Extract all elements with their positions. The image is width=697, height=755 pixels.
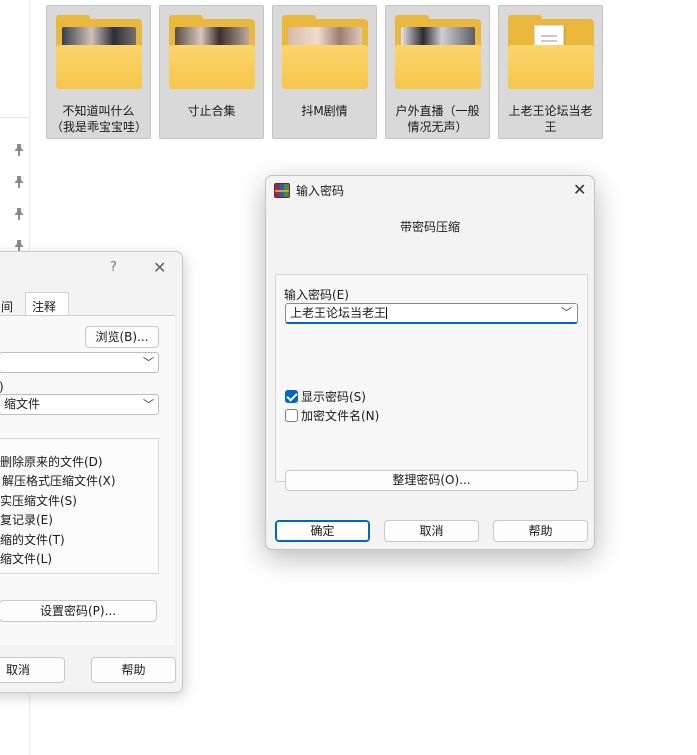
folder-icon — [282, 15, 368, 89]
password-label: 输入密码(E) — [284, 288, 349, 302]
ok-button[interactable]: 确定 — [275, 520, 370, 542]
option-lock-archive[interactable]: 缩文件(L) — [0, 550, 52, 567]
folder-icon — [169, 15, 255, 89]
folder-label: 抖M剧情 — [301, 104, 348, 118]
password-dialog: 输入密码 ✕ 带密码压缩 输入密码(E) 上老王论坛当老王 ﹀ 显示密码(S) … — [265, 175, 595, 550]
dialog-titlebar[interactable]: 输入密码 ✕ — [266, 176, 594, 205]
folder-grid: 不知道叫什么（我是乖宝宝哇） 寸止合集 抖M剧情 户外直播（一般情况无声） 上老… — [46, 5, 606, 139]
organize-passwords-button[interactable]: 整理密码(O)... — [285, 470, 578, 491]
folder-icon — [395, 15, 481, 89]
tab-comment[interactable]: 注释 — [25, 292, 69, 316]
help-button[interactable]: 帮助 — [91, 657, 176, 683]
option-sfx[interactable]: 解压格式压缩文件(X) — [2, 472, 116, 489]
set-password-button[interactable]: 设置密码(P)... — [0, 600, 157, 622]
field-label: ) — [0, 380, 4, 394]
help-icon[interactable]: ? — [110, 260, 117, 275]
winrar-icon — [274, 183, 290, 198]
browse-button[interactable]: 浏览(B)... — [85, 326, 159, 348]
checkbox-unchecked-icon — [285, 409, 298, 422]
chevron-down-icon[interactable]: ﹀ — [561, 304, 572, 322]
tab-partial[interactable]: 间 — [1, 294, 25, 316]
pin-icon[interactable] — [14, 208, 24, 220]
folder-label: 户外直播（一般情况无声） — [395, 104, 480, 134]
checkbox-label: 显示密码(S) — [301, 390, 366, 404]
folder-item[interactable]: 上老王论坛当老王 — [498, 5, 603, 139]
option-recovery-record[interactable]: 复记录(E) — [0, 511, 53, 528]
archive-options-dialog: ? ✕ 间 注释 浏览(B)... ﹀ ) 缩文件 ﹀ 删除原来的文件(D) 解… — [0, 251, 183, 693]
pin-icon[interactable] — [14, 144, 24, 156]
cancel-button[interactable]: 取消 — [0, 657, 65, 683]
folder-item[interactable]: 寸止合集 — [159, 5, 264, 139]
combo-value: 缩文件 — [4, 397, 41, 411]
close-icon[interactable]: ✕ — [573, 180, 586, 199]
folder-label: 寸止合集 — [187, 104, 236, 118]
chevron-down-icon: ﹀ — [143, 398, 154, 411]
option-test-files[interactable]: 缩的文件(T) — [0, 531, 65, 548]
folder-item[interactable]: 不知道叫什么（我是乖宝宝哇） — [46, 5, 151, 139]
chevron-down-icon: ﹀ — [143, 356, 154, 369]
option-solid[interactable]: 实压缩文件(S) — [0, 492, 77, 509]
checkbox-label: 加密文件名(N) — [301, 409, 380, 423]
close-icon[interactable]: ✕ — [153, 258, 166, 277]
folder-label: 上老王论坛当老王 — [508, 104, 593, 134]
nav-divider — [0, 117, 30, 118]
folder-label: 不知道叫什么（我是乖宝宝哇） — [51, 104, 148, 134]
password-group: 输入密码(E) 上老王论坛当老王 ﹀ 显示密码(S) 加密文件名(N) 整理密码… — [275, 274, 588, 491]
dialog-title: 输入密码 — [296, 184, 345, 198]
folder-item[interactable]: 抖M剧情 — [272, 5, 377, 139]
option-delete-files[interactable]: 删除原来的文件(D) — [0, 453, 103, 470]
text-caret — [386, 307, 388, 319]
show-password-checkbox[interactable]: 显示密码(S) — [285, 388, 366, 405]
archive-options-group: 删除原来的文件(D) 解压格式压缩文件(X) 实压缩文件(S) 复记录(E) 缩… — [0, 438, 159, 574]
dialog-subtitle: 带密码压缩 — [399, 220, 460, 234]
tab-panel: 浏览(B)... ﹀ ) 缩文件 ﹀ 删除原来的文件(D) 解压格式压缩文件(X… — [0, 315, 175, 645]
folder-icon — [56, 15, 142, 89]
encrypt-filenames-checkbox[interactable]: 加密文件名(N) — [285, 407, 379, 424]
archive-name-combo[interactable]: ﹀ — [0, 352, 159, 373]
folder-icon — [508, 15, 594, 89]
password-value: 上老王论坛当老王 — [290, 306, 387, 320]
help-button[interactable]: 帮助 — [493, 520, 588, 542]
cancel-button[interactable]: 取消 — [384, 520, 479, 542]
checkbox-checked-icon — [285, 390, 298, 403]
password-input[interactable]: 上老王论坛当老王 ﹀ — [285, 303, 578, 324]
folder-item[interactable]: 户外直播（一般情况无声） — [385, 5, 490, 139]
pin-icon[interactable] — [14, 176, 24, 188]
update-mode-combo[interactable]: 缩文件 ﹀ — [0, 394, 159, 415]
